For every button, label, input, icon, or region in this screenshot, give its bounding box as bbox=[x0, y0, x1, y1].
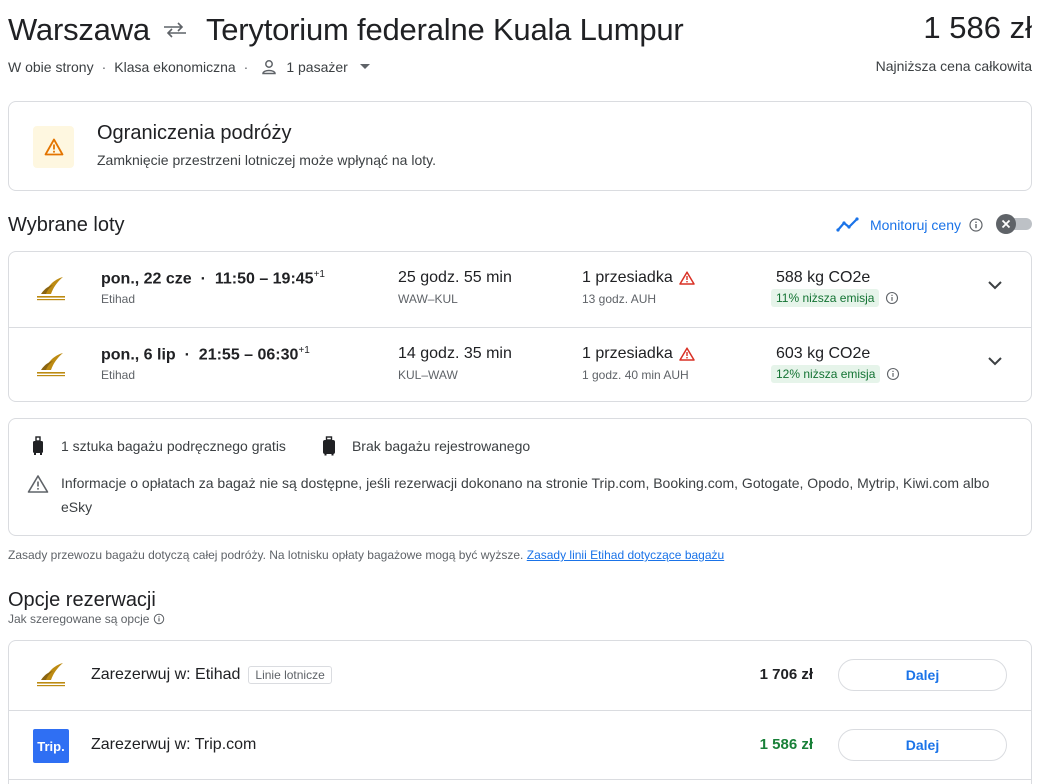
selected-flights-title: Wybrane loty bbox=[8, 214, 125, 236]
travel-restrictions-card[interactable]: Ograniczenia podróży Zamknięcie przestrz… bbox=[8, 101, 1032, 191]
booking-options-title: Opcje rezerwacji bbox=[8, 589, 156, 611]
stops-label: 1 przesiadka bbox=[582, 345, 673, 362]
trip-com-logo: Trip. bbox=[33, 729, 69, 763]
warning-badge bbox=[33, 126, 74, 168]
cabin-class[interactable]: Klasa ekonomiczna bbox=[114, 59, 235, 75]
restriction-title: Ograniczenia podróży bbox=[97, 122, 292, 144]
co2-emissions: 588 kg CO2e bbox=[776, 269, 871, 286]
flight-airline: Etihad bbox=[101, 292, 136, 306]
booking-provider: Zarezerwuj w: Etihad Linie lotnicze bbox=[91, 666, 332, 684]
stop-info: 13 godz. AUH bbox=[582, 292, 657, 306]
price-tracking-toggle[interactable] bbox=[996, 214, 1032, 234]
close-icon bbox=[1001, 219, 1011, 229]
flight-date: pon., 6 lip bbox=[101, 346, 176, 364]
chevron-down-icon[interactable] bbox=[987, 280, 1003, 290]
policy-text: Zasady przewozu bagażu dotyczą całej pod… bbox=[8, 548, 524, 562]
info-icon[interactable] bbox=[885, 291, 899, 305]
warning-icon bbox=[27, 475, 49, 493]
trip-type[interactable]: W obie strony bbox=[8, 59, 94, 75]
day-offset: +1 bbox=[313, 269, 325, 280]
warning-icon bbox=[678, 347, 695, 361]
passenger-count[interactable]: 1 pasażer bbox=[286, 59, 347, 75]
flight-date-time: pon., 6 lip · 21:55 – 06:30+1 bbox=[101, 345, 310, 364]
trip-header: Warszawa Terytorium federalne Kuala Lump… bbox=[8, 10, 1032, 80]
swap-arrows-icon bbox=[163, 22, 186, 38]
monitor-label[interactable]: Monitoruj ceny bbox=[870, 217, 961, 233]
destination-city: Terytorium federalne Kuala Lumpur bbox=[205, 12, 684, 47]
total-price: 1 586 zł bbox=[923, 10, 1032, 45]
flight-row[interactable]: pon., 22 cze · 11:50 – 19:45+1 Etihad 25… bbox=[9, 252, 1031, 327]
option-price: 1 706 zł bbox=[759, 666, 813, 683]
baggage-summary: 1 sztuka bagażu podręcznego gratis Brak … bbox=[31, 436, 530, 456]
co2-emissions: 603 kg CO2e bbox=[776, 345, 871, 362]
baggage-card: 1 sztuka bagażu podręcznego gratis Brak … bbox=[8, 418, 1032, 536]
provider-name: Zarezerwuj w: Trip.com bbox=[91, 736, 257, 753]
flight-duration: 25 godz. 55 min bbox=[398, 269, 512, 286]
etihad-baggage-policy-link[interactable]: Zasady linii Etihad dotyczące bagażu bbox=[527, 548, 724, 562]
continue-button[interactable]: Dalej bbox=[838, 729, 1007, 761]
origin-city: Warszawa bbox=[8, 12, 150, 47]
option-price: 1 586 zł bbox=[759, 736, 813, 753]
toggle-knob bbox=[996, 214, 1016, 234]
trend-chart-icon bbox=[836, 217, 859, 232]
flight-row[interactable]: pon., 6 lip · 21:55 – 06:30+1 Etihad 14 … bbox=[9, 327, 1031, 402]
person-icon bbox=[262, 60, 277, 75]
etihad-logo-icon bbox=[37, 277, 65, 301]
day-offset: +1 bbox=[298, 345, 310, 356]
selected-flights-card: pon., 22 cze · 11:50 – 19:45+1 Etihad 25… bbox=[8, 251, 1032, 402]
flight-stops: 1 przesiadka bbox=[582, 269, 695, 287]
flight-route: WAW–KUL bbox=[398, 292, 458, 306]
chevron-down-icon[interactable] bbox=[987, 356, 1003, 366]
ranking-info[interactable]: Jak szeregowane są opcje bbox=[8, 612, 165, 626]
flight-date-time: pon., 22 cze · 11:50 – 19:45+1 bbox=[101, 269, 325, 288]
warning-icon bbox=[678, 271, 695, 285]
chevron-down-icon[interactable] bbox=[359, 64, 370, 70]
info-icon[interactable] bbox=[969, 218, 983, 232]
monitor-prices[interactable]: Monitoruj ceny bbox=[836, 216, 983, 234]
separator: · bbox=[243, 59, 249, 75]
route-title: Warszawa Terytorium federalne Kuala Lump… bbox=[8, 10, 1032, 50]
flight-route: KUL–WAW bbox=[398, 368, 458, 382]
continue-button[interactable]: Dalej bbox=[838, 659, 1007, 691]
flight-date: pon., 22 cze bbox=[101, 270, 192, 288]
booking-option-row[interactable]: Trip. Zarezerwuj w: Trip.com 1 586 zł Da… bbox=[9, 710, 1031, 779]
baggage-fee-info: Informacje o opłatach za bagaż nie są do… bbox=[61, 475, 990, 515]
emission-info: 11% niższa emisja bbox=[771, 289, 899, 307]
separator: · bbox=[180, 346, 195, 364]
carry-on-bag-icon bbox=[33, 436, 43, 455]
stop-info: 1 godz. 40 min AUH bbox=[582, 368, 689, 382]
etihad-logo-icon bbox=[37, 663, 65, 687]
stops-label: 1 przesiadka bbox=[582, 269, 673, 286]
trip-options: W obie strony · Klasa ekonomiczna · 1 pa… bbox=[8, 58, 370, 76]
emission-info: 12% niższa emisja bbox=[771, 365, 900, 383]
baggage-policy-note: Zasady przewozu bagażu dotyczą całej pod… bbox=[8, 548, 724, 562]
booking-provider: Zarezerwuj w: Trip.com bbox=[91, 736, 256, 754]
restriction-text: Zamknięcie przestrzeni lotniczej może wp… bbox=[97, 152, 436, 168]
separator: · bbox=[196, 270, 211, 288]
airline-tag: Linie lotnicze bbox=[248, 666, 332, 684]
etihad-logo-icon bbox=[37, 353, 65, 377]
separator: · bbox=[101, 59, 107, 75]
carry-on-label: 1 sztuka bagażu podręcznego gratis bbox=[61, 438, 286, 454]
checked-bag-icon bbox=[322, 436, 335, 456]
booking-options-card: Zarezerwuj w: Etihad Linie lotnicze 1 70… bbox=[8, 640, 1032, 784]
ranking-label[interactable]: Jak szeregowane są opcje bbox=[8, 612, 149, 626]
flight-stops: 1 przesiadka bbox=[582, 345, 695, 363]
emission-badge: 11% niższa emisja bbox=[771, 289, 880, 307]
info-icon[interactable] bbox=[153, 613, 165, 625]
emission-badge: 12% niższa emisja bbox=[771, 365, 881, 383]
flight-airline: Etihad bbox=[101, 368, 136, 382]
booking-option-row[interactable] bbox=[9, 779, 1031, 784]
provider-name: Zarezerwuj w: Etihad bbox=[91, 666, 241, 683]
flight-times: 21:55 – 06:30 bbox=[198, 346, 299, 364]
booking-option-row[interactable]: Zarezerwuj w: Etihad Linie lotnicze 1 70… bbox=[9, 641, 1031, 710]
lowest-price-label: Najniższa cena całkowita bbox=[875, 58, 1032, 74]
checked-bag-label: Brak bagażu rejestrowanego bbox=[351, 438, 531, 454]
flight-times: 11:50 – 19:45 bbox=[214, 270, 314, 288]
warning-icon bbox=[44, 138, 63, 156]
flight-duration: 14 godz. 35 min bbox=[398, 345, 512, 362]
info-icon[interactable] bbox=[886, 367, 900, 381]
